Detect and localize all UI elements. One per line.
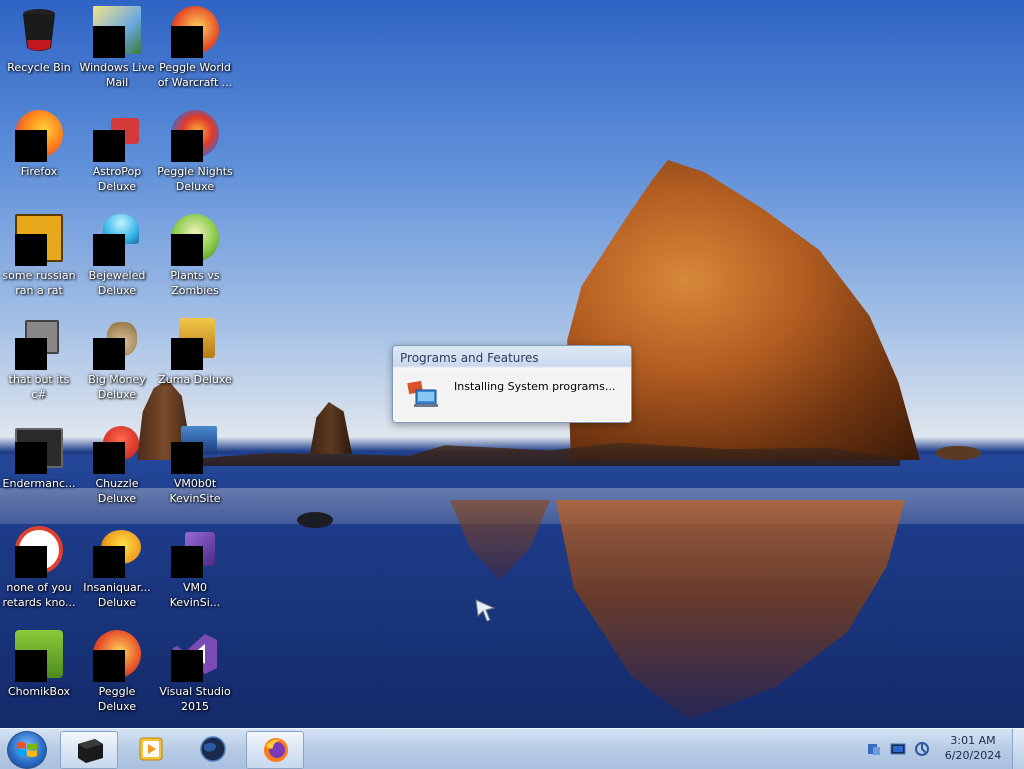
desktop-icon-vm0-kevinsite[interactable]: VM0 KevinSi... [156, 526, 234, 610]
taskbar-item-globe-app[interactable] [184, 731, 240, 767]
vm-icon [171, 422, 219, 474]
network-icon[interactable] [866, 741, 882, 757]
icon-label: ChomikBox [8, 685, 70, 698]
desktop-icon-plants-vs-zombies[interactable]: Plants vs Zombies [156, 214, 234, 298]
desktop-icon-chomikbox[interactable]: ChomikBox [0, 630, 78, 699]
plants-vs-zombies-icon [171, 214, 219, 266]
windows-logo-icon [17, 742, 37, 757]
recycle-bin-icon [15, 6, 63, 54]
display-icon[interactable] [890, 741, 906, 757]
icon-label: Insaniquar... Deluxe [83, 581, 151, 609]
start-button[interactable] [7, 731, 47, 769]
icon-label: Chuzzle Deluxe [95, 477, 139, 505]
icon-label: none of you retards kno... [2, 581, 76, 609]
desktop-icon-zuma-deluxe[interactable]: Zuma Deluxe [156, 318, 234, 387]
desktop-icon-endermanch[interactable]: Endermanc... [0, 422, 78, 491]
zuma-icon [171, 318, 219, 370]
icon-label: Peggle World of Warcraft ... [157, 61, 233, 89]
media-player-icon [139, 737, 163, 761]
icon-label: Big Money Deluxe [88, 373, 146, 401]
icon-label: Windows Live Mail [79, 61, 155, 89]
show-desktop-button[interactable] [1012, 729, 1024, 769]
app-icon [15, 214, 63, 266]
icon-label: some russian ran a rat [2, 269, 76, 297]
wallpaper-rock [935, 446, 981, 460]
fish-icon [93, 526, 141, 578]
icon-label: Recycle Bin [7, 61, 71, 74]
desktop-icon-astropop-deluxe[interactable]: AstroPop Deluxe [78, 110, 156, 194]
clock-time: 3:01 AM [950, 734, 996, 747]
firefox-icon [15, 110, 63, 162]
shortcut-icon [15, 318, 63, 370]
mouse-cursor-icon [475, 599, 496, 622]
taskbar-item-media-player[interactable] [122, 731, 178, 767]
wallpaper-rock [297, 512, 333, 528]
clock-date: 6/20/2024 [944, 749, 1002, 762]
hamster-icon [15, 630, 63, 682]
icon-label: VM0b0t KevinSite [169, 477, 221, 505]
visual-studio-icon [171, 630, 219, 682]
console-icon [15, 422, 63, 474]
mail-icon [93, 6, 141, 58]
icon-label: AstroPop Deluxe [92, 165, 142, 193]
desktop-icon-peggle-deluxe[interactable]: Peggle Deluxe [78, 630, 156, 714]
desktop-icon-none-of-you[interactable]: none of you retards kno... [0, 526, 78, 610]
desktop-icon-bejeweled-deluxe[interactable]: Bejeweled Deluxe [78, 214, 156, 298]
wallpaper-sea-stack [310, 402, 352, 454]
dialog-message: Installing System programs... [454, 380, 616, 393]
icon-label: Endermanc... [2, 477, 76, 490]
desktop-icon-that-but-its-csharp[interactable]: that but its c# [0, 318, 78, 402]
desktop: Recycle Bin Firefox some russian ran a r… [0, 0, 1024, 728]
desktop-icon-some-russian-ran-a-rat[interactable]: some russian ran a rat [0, 214, 78, 298]
visual-studio-icon [171, 526, 219, 578]
icon-label: Zuma Deluxe [158, 373, 232, 386]
desktop-icon-chuzzle-deluxe[interactable]: Chuzzle Deluxe [78, 422, 156, 506]
desktop-icon-windows-live-mail[interactable]: Windows Live Mail [78, 6, 156, 90]
system-icon[interactable] [914, 741, 930, 757]
icon-label: Plants vs Zombies [170, 269, 220, 297]
dialog-title: Programs and Features [400, 351, 539, 365]
taskbar-clock[interactable]: 3:01 AM 6/20/2024 [938, 733, 1008, 763]
desktop-icon-vm0b0t-kevinsite[interactable]: VM0b0t KevinSite [156, 422, 234, 506]
globe-icon [200, 736, 226, 762]
money-bag-icon [93, 318, 141, 370]
icon-label: Visual Studio 2015 [159, 685, 231, 713]
desktop-icon-firefox[interactable]: Firefox [0, 110, 78, 179]
peggle-deluxe-icon [93, 630, 141, 682]
icon-label: Peggle Nights Deluxe [157, 165, 233, 193]
desktop-icon-big-money-deluxe[interactable]: Big Money Deluxe [78, 318, 156, 402]
black-box-icon [78, 739, 103, 763]
desktop-icon-insaniquarium-deluxe[interactable]: Insaniquar... Deluxe [78, 526, 156, 610]
chuzzle-icon [93, 422, 141, 474]
peggle-nights-icon [171, 110, 219, 162]
dialog-body: Installing System programs... [394, 370, 630, 421]
astropop-icon [93, 110, 141, 162]
taskbar: 3:01 AM 6/20/2024 [0, 728, 1024, 769]
red-circle-icon [15, 526, 63, 578]
icon-label: VM0 KevinSi... [169, 581, 221, 609]
programs-and-features-dialog[interactable]: Programs and Features Installing System … [392, 345, 632, 423]
icon-label: Bejeweled Deluxe [88, 269, 146, 297]
desktop-icon-peggle-nights-deluxe[interactable]: Peggle Nights Deluxe [156, 110, 234, 194]
desktop-icon-visual-studio-2015[interactable]: Visual Studio 2015 [156, 630, 234, 714]
bejeweled-icon [93, 214, 141, 266]
icon-label: that but its c# [8, 373, 70, 401]
peggle-icon [171, 6, 219, 58]
taskbar-item-black-app[interactable] [60, 731, 118, 769]
desktop-icon-recycle-bin[interactable]: Recycle Bin [0, 6, 78, 75]
desktop-icon-peggle-world-of-warcraft[interactable]: Peggle World of Warcraft ... [156, 6, 234, 90]
icon-label: Peggle Deluxe [97, 685, 137, 713]
firefox-icon [264, 738, 288, 762]
icon-label: Firefox [20, 165, 58, 178]
installer-icon [407, 380, 438, 407]
taskbar-item-firefox[interactable] [246, 731, 304, 769]
